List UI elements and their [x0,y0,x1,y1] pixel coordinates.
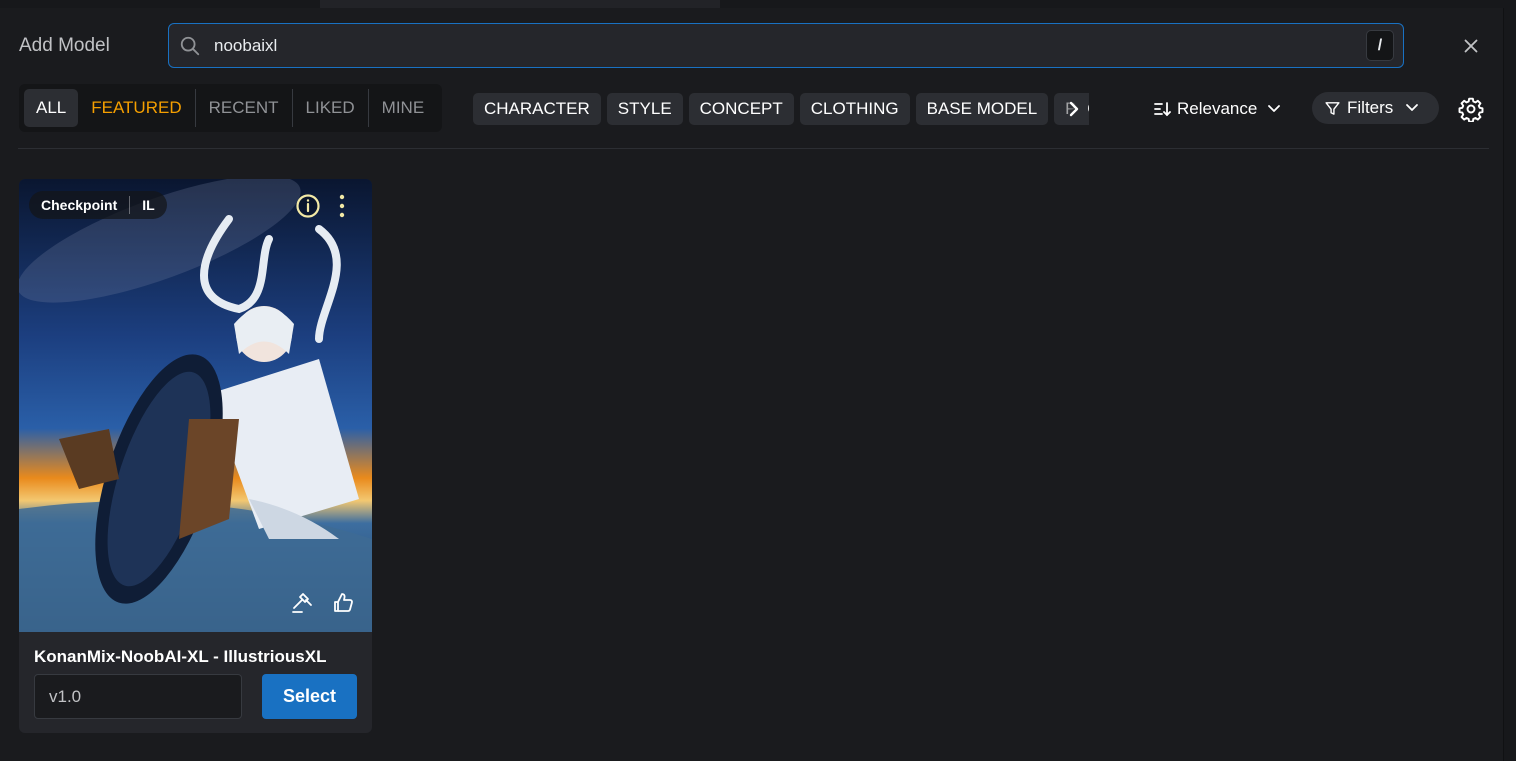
hammer-icon[interactable] [290,591,314,615]
sort-icon [1154,102,1171,117]
tab-liked[interactable]: LIKED [293,89,369,127]
model-card[interactable]: Checkpoint IL KonanMix-NoobAI-XL - Illus… [19,179,372,733]
source-tabs: ALL FEATURED RECENT LIKED MINE [19,84,443,132]
model-badges: Checkpoint IL [29,191,167,219]
filters-button[interactable]: Filters [1312,92,1439,124]
sort-label: Relevance [1177,99,1258,118]
category-chips: CHARACTER STYLE CONCEPT CLOTHING BASE MO… [473,93,1089,125]
toolbar-divider [18,148,1489,149]
badge-separator [129,196,131,214]
model-preview-image[interactable] [19,179,372,632]
search-icon [180,36,200,56]
filters-label: Filters [1347,98,1394,117]
modal-header: Add Model / [0,8,1504,84]
toolbar: ALL FEATURED RECENT LIKED MINE CHARACTER… [0,84,1504,148]
base-model-badge: IL [142,197,155,213]
sort-dropdown[interactable]: Relevance [1153,94,1281,124]
info-icon[interactable] [295,193,321,219]
search-input[interactable] [214,30,1354,61]
chip-clothing[interactable]: CLOTHING [799,93,910,125]
filter-icon [1325,101,1340,115]
select-button[interactable]: Select [262,674,357,719]
model-type-badge: Checkpoint [41,197,118,213]
close-icon[interactable] [1460,35,1482,57]
chevron-down-icon [1268,105,1281,112]
tab-mine[interactable]: MINE [369,89,438,127]
tab-recent[interactable]: RECENT [196,89,293,127]
tab-all[interactable]: ALL [24,89,79,127]
tab-featured[interactable]: FEATURED [78,89,196,127]
chevron-down-icon [1406,104,1419,111]
gear-icon[interactable] [1458,96,1484,122]
chips-scroll-right[interactable] [1060,93,1088,125]
thumbs-up-icon[interactable] [331,591,355,615]
more-vertical-icon[interactable] [335,193,349,219]
search-shortcut-hint: / [1366,30,1394,61]
add-model-modal: Add Model / ALL FEATURED RECENT LIKED MI… [0,8,1504,761]
chevron-right-icon [1069,101,1079,117]
chip-base-model[interactable]: BASE MODEL [915,93,1049,125]
model-title: KonanMix-NoobAI-XL - IllustriousXL [34,647,327,666]
chip-character[interactable]: CHARACTER [473,93,601,125]
version-select[interactable]: v1.0 [34,674,242,719]
modal-title: Add Model [19,35,110,56]
search-box[interactable]: / [168,23,1404,68]
chip-concept[interactable]: CONCEPT [688,93,794,125]
backdrop-strip [320,0,720,8]
chip-style[interactable]: STYLE [606,93,683,125]
